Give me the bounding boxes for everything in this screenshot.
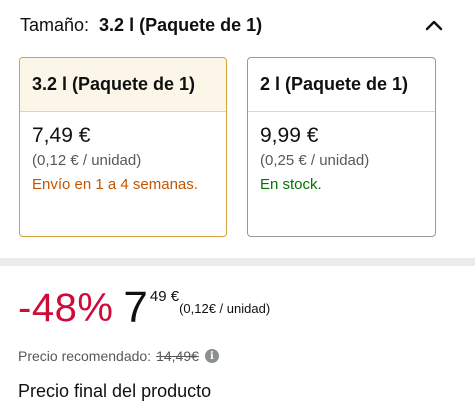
recommended-price-value: 14,49€ — [156, 348, 199, 364]
info-icon[interactable]: i — [204, 349, 219, 363]
price-fraction: 49 € — [149, 288, 180, 305]
final-price-label: Precio final del producto — [18, 381, 212, 401]
option-title: 3.2 l (Paquete de 1) — [20, 58, 226, 112]
option-shipping-status: Envío en 1 a 4 semanas. — [32, 176, 198, 193]
size-option-2l[interactable]: 2 l (Paquete de 1) 9,99 € (0,25 € / unid… — [247, 57, 436, 237]
price-block: -48% 7 49 € (0,12€ / unidad) — [18, 283, 270, 335]
option-title: 2 l (Paquete de 1) — [248, 58, 435, 112]
recommended-price-row: Precio recomendado: 14,49€ i — [18, 346, 219, 366]
option-unit-price: (0,12 € / unidad) — [32, 152, 142, 169]
size-label: Tamaño: — [20, 14, 90, 35]
selected-size-value: 3.2 l (Paquete de 1) — [99, 14, 263, 35]
collapse-button[interactable] — [420, 12, 448, 38]
size-option-3-2l[interactable]: 3.2 l (Paquete de 1) 7,49 € (0,12 € / un… — [19, 57, 227, 237]
section-divider — [0, 258, 475, 266]
chevron-up-icon — [425, 20, 443, 31]
price-whole: 7 — [123, 283, 148, 332]
recommended-price-label: Precio recomendado: — [18, 348, 152, 364]
size-selector-header: Tamaño: 3.2 l (Paquete de 1) — [20, 12, 460, 38]
discount-percentage: -48% — [18, 286, 114, 330]
price-unit-price: (0,12€ / unidad) — [179, 301, 271, 316]
option-price: 9,99 € — [260, 124, 319, 147]
option-stock-status: En stock. — [260, 176, 322, 193]
option-price: 7,49 € — [32, 124, 91, 147]
option-unit-price: (0,25 € / unidad) — [260, 152, 370, 169]
